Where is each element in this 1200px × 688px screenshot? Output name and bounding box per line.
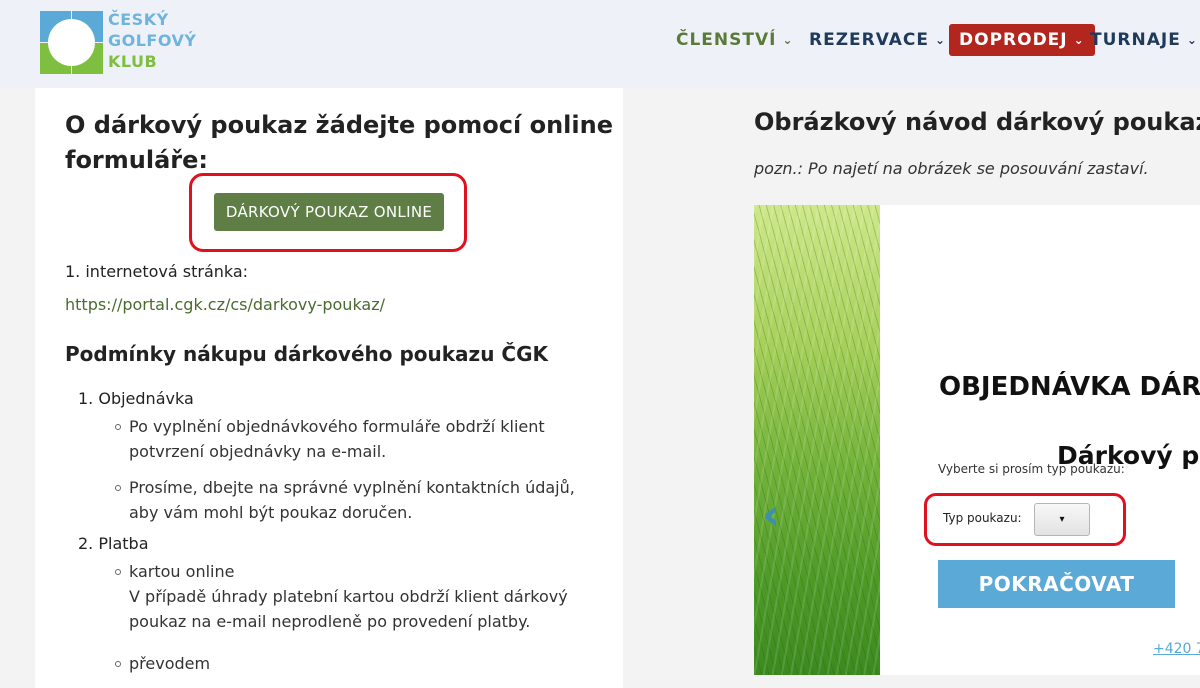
voucher-type-select[interactable]: ▾	[1034, 503, 1090, 536]
list-item: 2. Platba	[78, 534, 149, 553]
chevron-down-icon: ⌄	[1186, 33, 1198, 47]
nav-item-clenstvi[interactable]: ČLENSTVÍ ⌄	[676, 24, 794, 56]
list-label: Platba	[98, 534, 149, 553]
logo-line: GOLFOVÝ	[108, 31, 197, 50]
list-label: Objednávka	[98, 389, 194, 408]
slide-grass-image	[754, 205, 880, 675]
logo-circle	[48, 19, 95, 66]
logo-text[interactable]: ČESKÝ GOLFOVÝ KLUB	[108, 9, 197, 72]
bullet-line: převodem	[129, 654, 211, 673]
list-bullet: Po vyplnění objednávkového formuláře obd…	[129, 414, 545, 464]
nav-label: REZERVACE	[809, 30, 929, 50]
continue-button[interactable]: POKRAČOVAT	[938, 560, 1175, 608]
guide-heading: Obrázkový návod dárkový poukaz (o	[754, 108, 1200, 136]
slide-form-hint: Vyberte si prosím typ poukazu:	[938, 462, 1125, 476]
page-title: O dárkový poukaz žádejte pomocí online f…	[65, 111, 613, 174]
bullet-icon	[115, 569, 121, 575]
bullet-line: poukaz na e-mail neprodleně po provedení…	[129, 612, 531, 631]
chevron-down-icon: ⌄	[934, 33, 947, 47]
bullet-line: aby vám mohl být poukaz doručen.	[129, 503, 413, 522]
nav-label: DOPRODEJ	[959, 30, 1068, 50]
bullet-line: V případě úhrady platební kartou obdrží …	[129, 587, 568, 606]
conditions-heading: Podmínky nákupu dárkového poukazu ČGK	[65, 342, 548, 366]
nav-item-rezervace[interactable]: REZERVACE ⌄	[809, 24, 946, 56]
voucher-portal-link[interactable]: https://portal.cgk.cz/cs/darkovy-poukaz/	[65, 295, 385, 314]
site-header: ČESKÝ GOLFOVÝ KLUB ČLENSTVÍ ⌄ REZERVACE ⌄ …	[0, 0, 1200, 88]
chevron-down-icon: ⌄	[1073, 33, 1085, 47]
list-bullet: kartou online V případě úhrady platební …	[129, 559, 568, 634]
site-label: 1. internetová stránka:	[65, 262, 249, 281]
nav-label: TURNAJE	[1090, 30, 1181, 50]
bullet-icon	[115, 485, 121, 491]
gift-voucher-online-button[interactable]: DÁRKOVÝ POUKAZ ONLINE	[214, 193, 444, 231]
list-number: 1.	[78, 389, 94, 408]
list-item: 1. Objednávka	[78, 389, 194, 408]
voucher-type-label: Typ poukazu:	[943, 511, 1022, 525]
slider-note: pozn.: Po najetí na obrázek se posouvání…	[754, 159, 1149, 178]
bullet-icon	[115, 424, 121, 430]
nav-item-doprodej[interactable]: DOPRODEJ ⌄	[949, 24, 1095, 56]
list-bullet: Prosíme, dbejte na správné vyplnění kont…	[129, 475, 575, 525]
bullet-line: potvrzení objednávky na e-mail.	[129, 442, 387, 461]
nav-item-turnaje[interactable]: TURNAJE ⌄	[1090, 24, 1198, 56]
bullet-icon	[115, 661, 121, 667]
cgk-logo[interactable]	[40, 11, 103, 74]
phone-link[interactable]: +420 7	[1153, 641, 1200, 657]
nav-label: ČLENSTVÍ	[676, 30, 777, 50]
bullet-line: Po vyplnění objednávkového formuláře obd…	[129, 417, 545, 436]
list-number: 2.	[78, 534, 94, 553]
slide-form-title: OBJEDNÁVKA DÁRK	[939, 372, 1200, 402]
logo-line: ČESKÝ	[108, 10, 169, 29]
chevron-down-icon: ⌄	[782, 33, 794, 47]
bullet-line: Prosíme, dbejte na správné vyplnění kont…	[129, 478, 575, 497]
logo-line: KLUB	[108, 52, 158, 71]
bullet-line: kartou online	[129, 562, 235, 581]
list-bullet: převodem	[129, 651, 210, 676]
chevron-left-icon[interactable]: ‹	[762, 490, 802, 540]
